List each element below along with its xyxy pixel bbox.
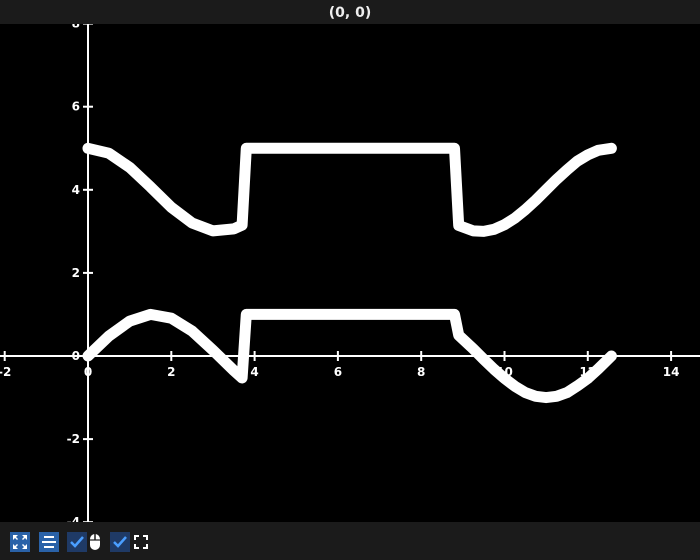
y-tick-label: 4	[72, 183, 80, 197]
window-title: (0, 0)	[0, 0, 700, 24]
x-tick-label: 4	[250, 365, 258, 379]
series-line-2	[82, 142, 617, 237]
y-tick-label: -2	[67, 432, 80, 446]
toolbar	[0, 522, 700, 560]
fullscreen-icon	[134, 535, 148, 549]
align-center-button[interactable]	[39, 532, 59, 552]
fit-all-button[interactable]	[10, 532, 30, 552]
align-center-icon	[42, 536, 56, 548]
checkbox-icon	[113, 536, 127, 548]
x-tick-label: 0	[84, 365, 92, 379]
checkbox-1[interactable]	[67, 532, 87, 552]
y-tick-label: 2	[72, 266, 80, 280]
fullscreen-button[interactable]	[131, 532, 151, 552]
y-tick-label: -4	[67, 515, 80, 522]
x-tick-label: 2	[167, 365, 175, 379]
x-tick-label: -2	[0, 365, 11, 379]
x-tick-label: 8	[417, 365, 425, 379]
fit-all-icon	[13, 535, 27, 549]
plot-area[interactable]: -202468101214-4-202468	[0, 17, 700, 529]
checkbox-icon	[70, 536, 84, 548]
checkbox-2[interactable]	[110, 532, 130, 552]
mouse-button[interactable]	[88, 532, 102, 552]
y-tick-label: 0	[72, 349, 80, 363]
mouse-icon	[90, 534, 100, 550]
line-chart[interactable]: -202468101214-4-202468	[0, 17, 700, 529]
y-tick-label: 6	[72, 100, 80, 114]
y-tick-label: 8	[72, 24, 80, 31]
x-tick-label: 6	[334, 365, 342, 379]
x-tick-label: 14	[663, 365, 680, 379]
